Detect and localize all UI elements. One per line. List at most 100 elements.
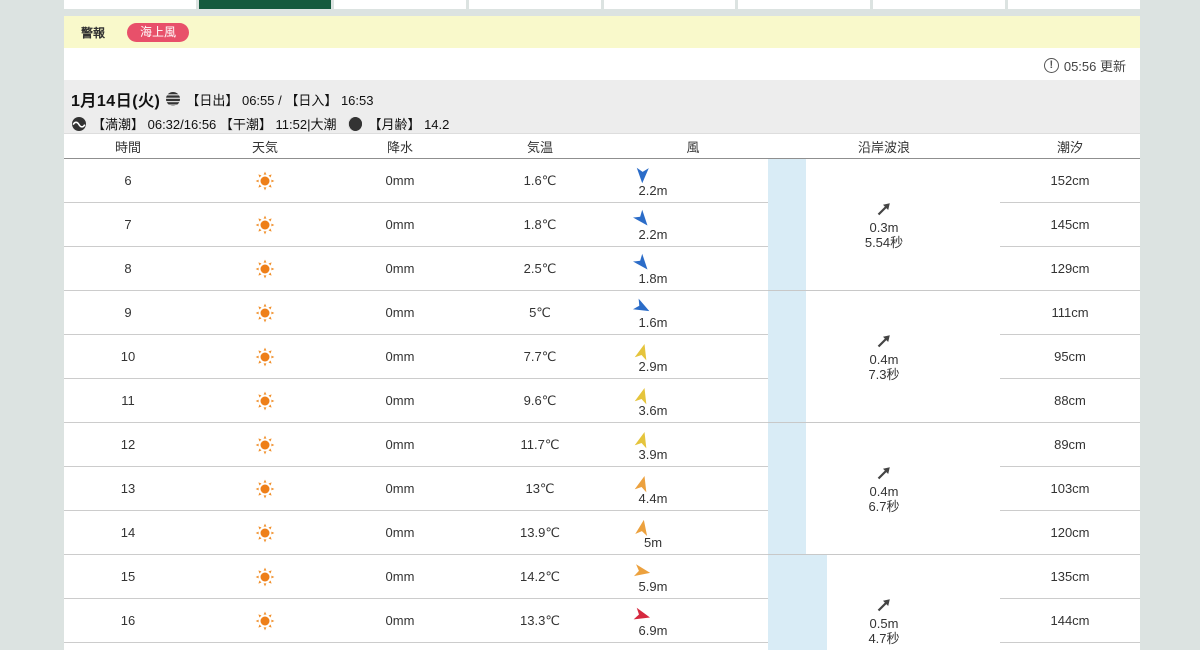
precipitation-value: 0mm [385, 217, 415, 232]
wave-period-value: 6.7秒 [868, 499, 900, 514]
header-weather: 天気 [251, 139, 278, 155]
precipitation-value: 0mm [385, 173, 415, 188]
hour-value: 8 [124, 261, 132, 276]
wave-height-value: 0.4m [869, 352, 899, 367]
precipitation-cell: 0mm [338, 173, 462, 188]
tide-cell: 88cm [1000, 379, 1140, 423]
tab-1[interactable] [64, 0, 196, 9]
tide-height-value: 120cm [1050, 525, 1090, 540]
weather-cell [192, 347, 338, 367]
header-wind: 風 [686, 139, 700, 155]
tide-height-value: 135cm [1050, 569, 1090, 584]
tab-3[interactable] [333, 0, 466, 9]
sea-wind-warning-badge[interactable]: 海上風 [127, 22, 190, 42]
weather-cell [192, 303, 338, 323]
alert-circle-icon: ! [1043, 58, 1059, 73]
weather-cell [192, 435, 338, 455]
precipitation-cell: 0mm [338, 481, 462, 496]
sunny-icon [255, 611, 275, 630]
sunrise-sunset-text: 【日出】 06:55 / 【日入】 16:53 [186, 92, 374, 108]
hour-value: 10 [120, 349, 136, 364]
wave-period-value: 5.54秒 [864, 235, 904, 250]
tab-7[interactable] [873, 0, 1006, 9]
time-cell: 12 [64, 437, 192, 452]
moon-icon [348, 116, 363, 131]
precipitation-cell: 0mm [338, 569, 462, 584]
tab-5[interactable] [603, 0, 736, 9]
tide-cell: 129cm [1000, 247, 1140, 291]
wave-direction-arrow-ne [877, 467, 890, 480]
precipitation-cell: 0mm [338, 437, 462, 452]
tide-height-value: 88cm [1054, 393, 1086, 408]
wind-speed-value: 3.9m [638, 447, 668, 462]
wave-period-value: 7.3秒 [868, 367, 900, 382]
temperature-value: 13.9℃ [520, 524, 560, 540]
tide-height-value: 103cm [1050, 481, 1090, 496]
coastal-wave-group: 0.5m 4.7秒 [768, 555, 1000, 650]
tab-6[interactable] [738, 0, 871, 9]
precipitation-cell: 0mm [338, 393, 462, 408]
table-body: 6 0mm 1.6℃ 2.2m 152cm 7 0mm 1.8℃ 2.2m 14… [64, 159, 1140, 650]
wave-height-value: 0.4m [869, 484, 899, 499]
temperature-value: 14.2℃ [520, 568, 560, 584]
wind-speed-value: 1.8m [638, 271, 668, 286]
temperature-cell: 13.3℃ [462, 613, 618, 629]
wind-speed-value: 1.6m [638, 315, 668, 330]
tab-8[interactable] [1008, 0, 1140, 9]
wind-cell: 5.9m [618, 559, 768, 594]
wind-cell: 1.6m [618, 295, 768, 330]
tide-height-value: 129cm [1050, 261, 1090, 276]
weather-cell [192, 391, 338, 411]
high-low-tide-text: 【満潮】 06:32/16:56 【干潮】 11:52|大潮 [92, 117, 337, 132]
sunny-icon [255, 303, 275, 322]
table-row: 6 0mm 1.6℃ 2.2m [64, 159, 768, 203]
tab-4[interactable] [468, 0, 601, 9]
weather-cell [192, 171, 338, 191]
precipitation-cell: 0mm [338, 217, 462, 232]
header-precip: 降水 [386, 139, 413, 155]
update-time-label: 05:56 更新 [1063, 59, 1126, 74]
weather-cell [192, 523, 338, 543]
wind-speed-value: 3.6m [638, 403, 668, 418]
time-cell: 11 [64, 393, 192, 408]
wave-period-value: 4.7秒 [868, 631, 900, 646]
tide-height-value: 145cm [1050, 217, 1090, 232]
tab-2-active[interactable] [198, 0, 331, 9]
wind-cell: 3.9m [618, 427, 768, 462]
time-cell: 13 [64, 481, 192, 496]
precipitation-cell: 0mm [338, 349, 462, 364]
tide-cell: 135cm [1000, 555, 1140, 599]
temperature-value: 13.3℃ [520, 612, 560, 628]
tide-height-value: 144cm [1050, 613, 1090, 628]
weather-cell [192, 479, 338, 499]
precipitation-value: 0mm [385, 613, 415, 628]
header-time: 時間 [114, 139, 141, 155]
sunny-icon [255, 435, 275, 454]
time-cell: 7 [64, 217, 192, 232]
precipitation-cell: 0mm [338, 525, 462, 540]
tide-cell: 120cm [1000, 511, 1140, 555]
wind-speed-value: 4.4m [638, 491, 668, 506]
temperature-cell: 13℃ [462, 481, 618, 497]
sunny-icon [255, 523, 275, 542]
sunny-icon [255, 259, 275, 278]
wind-cell: 6.9m [618, 603, 768, 638]
hour-value: 11 [121, 393, 135, 408]
table-row: 16 0mm 13.3℃ 6.9m [64, 599, 768, 643]
precipitation-value: 0mm [385, 305, 415, 320]
temperature-cell: 11.7℃ [462, 437, 618, 453]
table-row: 15 0mm 14.2℃ 5.9m [64, 555, 768, 599]
time-cell: 16 [64, 613, 192, 628]
precipitation-value: 0mm [385, 569, 415, 584]
temperature-value: 5℃ [529, 304, 551, 320]
header-temp: 気温 [526, 139, 553, 155]
time-cell: 15 [64, 569, 192, 584]
wind-speed-value: 6.9m [638, 623, 668, 638]
time-cell: 8 [64, 261, 192, 276]
tide-cell: 103cm [1000, 467, 1140, 511]
temperature-value: 13℃ [525, 480, 555, 496]
wind-speed-value: 5m [643, 535, 663, 550]
temperature-value: 2.5℃ [523, 260, 557, 276]
wind-cell: 2.9m [618, 339, 768, 374]
precipitation-cell: 0mm [338, 613, 462, 628]
